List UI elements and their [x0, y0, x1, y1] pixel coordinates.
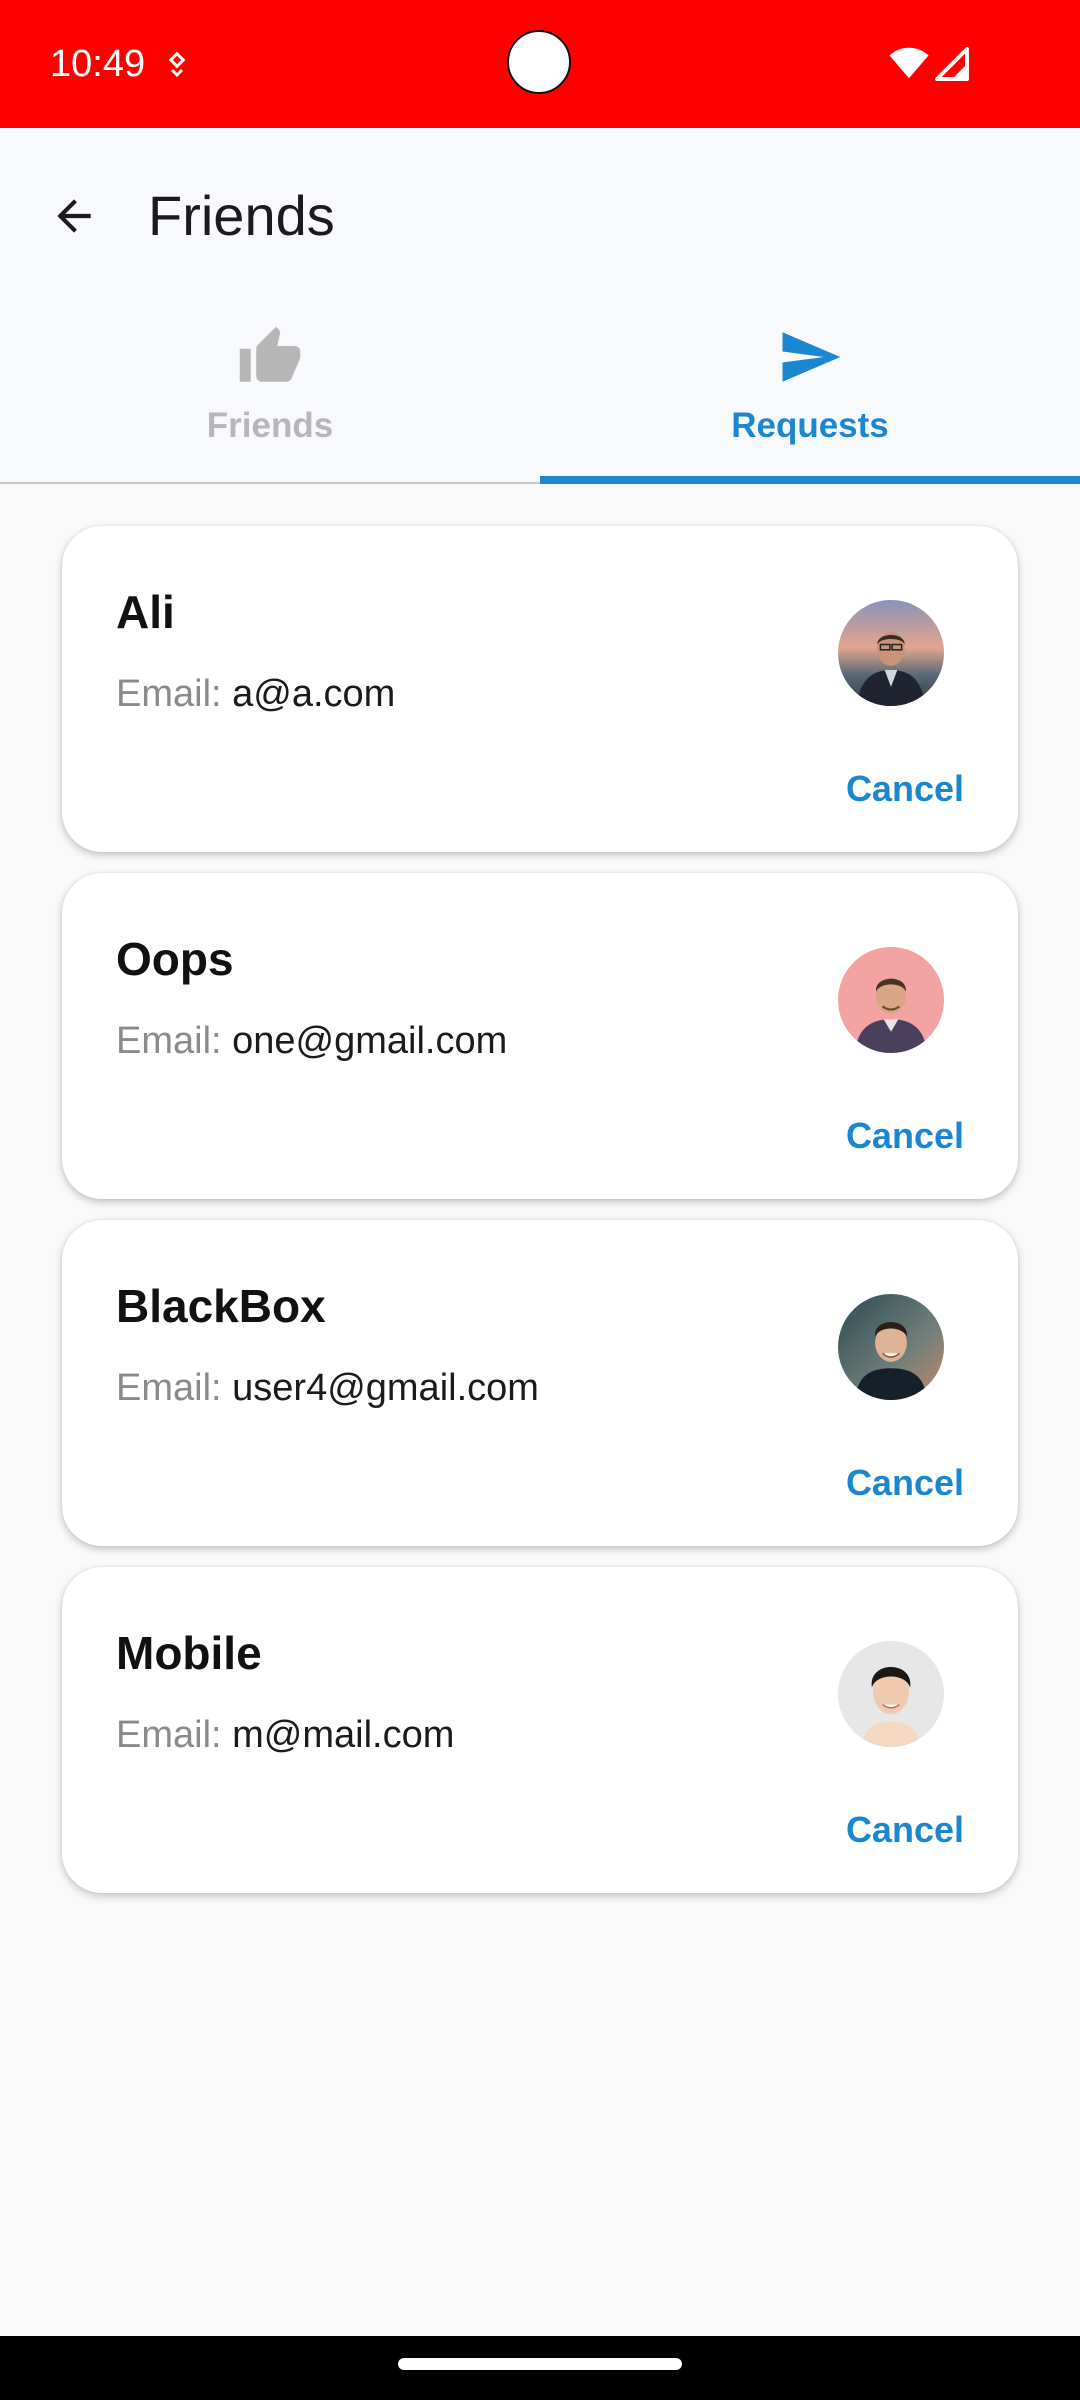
request-email: Email: m@mail.com	[116, 1711, 454, 1759]
app-bar: Friends	[0, 128, 1080, 298]
email-value: a@a.com	[232, 673, 396, 715]
email-value: m@mail.com	[232, 1714, 455, 1756]
email-label: Email:	[116, 1714, 222, 1756]
tab-requests[interactable]: Requests	[540, 298, 1080, 482]
tab-requests-label: Requests	[731, 406, 889, 445]
request-email: Email: a@a.com	[116, 670, 395, 718]
tab-selected-indicator	[540, 476, 1080, 484]
request-card: Mobile Email: m@mail.com Cancel	[62, 1567, 1018, 1893]
page-title: Friends	[148, 184, 335, 247]
tab-bar: Friends Requests	[0, 298, 1080, 484]
email-label: Email:	[116, 1020, 222, 1062]
avatar	[838, 1641, 944, 1747]
avatar	[838, 600, 944, 706]
avatar	[838, 947, 944, 1053]
request-card: Oops Email: one@gmail.com Cancel	[62, 873, 1018, 1199]
arrow-back-icon	[57, 199, 91, 233]
request-name: BlackBox	[116, 1280, 326, 1332]
thumbs-up-icon	[239, 326, 301, 382]
request-card: BlackBox Email: user4@gmail.com Cancel	[62, 1220, 1018, 1546]
request-name: Mobile	[116, 1627, 262, 1679]
debug-icon	[168, 51, 186, 78]
cancel-request-button[interactable]: Cancel	[846, 1113, 964, 1159]
back-button[interactable]	[36, 178, 112, 254]
camera-cutout	[507, 30, 571, 94]
home-indicator[interactable]	[398, 2358, 682, 2370]
tab-friends[interactable]: Friends	[0, 298, 540, 482]
email-value: one@gmail.com	[232, 1020, 508, 1062]
avatar	[838, 1294, 944, 1400]
email-label: Email:	[116, 673, 222, 715]
cancel-request-button[interactable]: Cancel	[846, 1460, 964, 1506]
email-value: user4@gmail.com	[232, 1367, 539, 1409]
request-email: Email: user4@gmail.com	[116, 1364, 539, 1412]
request-name: Ali	[116, 586, 175, 638]
tab-friends-label: Friends	[206, 406, 334, 445]
wifi-icon	[889, 47, 929, 79]
cancel-request-button[interactable]: Cancel	[846, 766, 964, 812]
system-navigation-bar	[0, 2336, 1080, 2400]
status-bar: 10:49	[0, 0, 1080, 128]
cancel-request-button[interactable]: Cancel	[846, 1807, 964, 1853]
send-icon	[782, 332, 841, 382]
email-label: Email:	[116, 1367, 222, 1409]
request-email: Email: one@gmail.com	[116, 1017, 507, 1065]
cellular-signal-icon	[935, 47, 969, 81]
request-name: Oops	[116, 933, 234, 985]
request-card: Ali Email: a@a.com Cancel	[62, 526, 1018, 852]
status-time: 10:49	[50, 43, 146, 85]
